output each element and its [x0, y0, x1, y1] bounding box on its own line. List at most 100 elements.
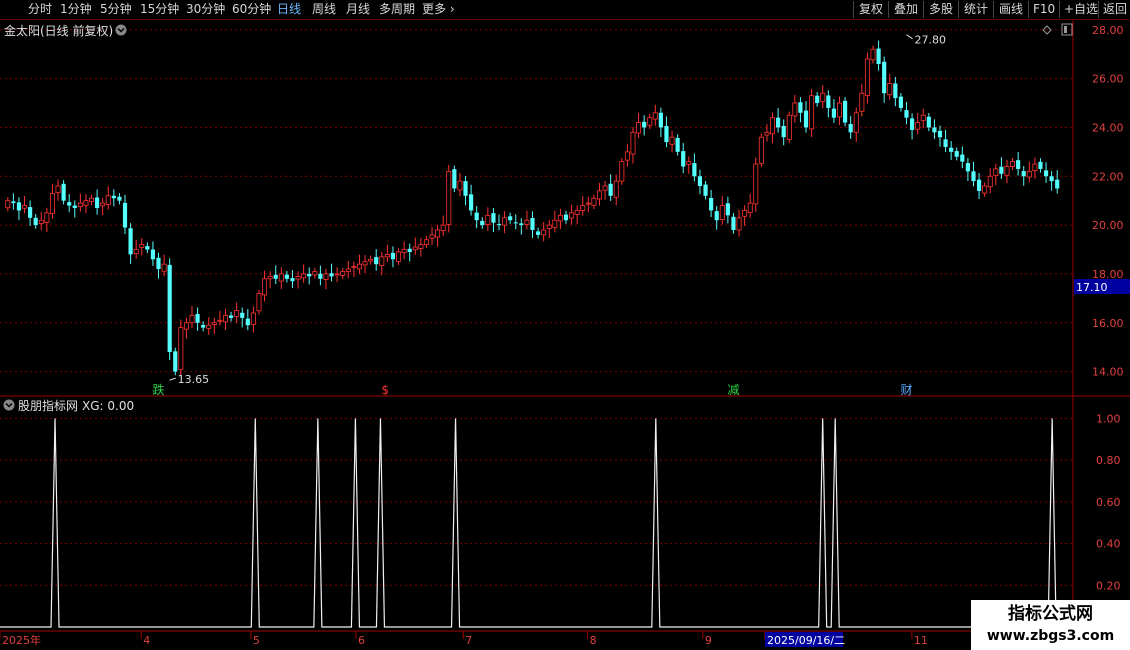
candle-body-149 — [837, 102, 843, 118]
candle-body-32 — [183, 322, 189, 330]
svg-text:17.10: 17.10 — [1076, 281, 1108, 294]
candle-body-60 — [340, 271, 346, 276]
ind-ytick-label-0: 0.20 — [1096, 579, 1121, 592]
candle-body-44 — [250, 312, 256, 325]
period-tab-6[interactable]: 日线 — [277, 1, 301, 18]
candle-body-145 — [815, 95, 820, 104]
main-ytick-label-5: 24.00 — [1092, 121, 1124, 134]
candle-body-175 — [982, 185, 988, 194]
candle-body-113 — [636, 122, 642, 134]
candle-body-146 — [820, 92, 826, 102]
indicator-dropdown-icon[interactable] — [3, 399, 15, 411]
candle-body-161 — [904, 110, 909, 118]
candle-body-150 — [843, 100, 848, 123]
period-tab-10[interactable]: 更多 › — [422, 1, 455, 18]
candle-body-135 — [758, 136, 764, 164]
candle-body-154 — [864, 58, 870, 96]
toolbar-button-0[interactable]: 复权 — [853, 1, 888, 18]
candle-body-42 — [240, 312, 245, 318]
xtick-label-0: 2025年 — [2, 633, 41, 647]
candle-body-17 — [100, 202, 106, 207]
period-toolbar: 分时 1分钟 5分钟 15分钟 30分钟 60分钟 日线 周线 月线 多周期 更多 › 复权 叠加 多股统… — [0, 0, 1130, 20]
candle-body-176 — [987, 175, 993, 188]
xtick-label-6: 9 — [705, 634, 712, 647]
candle-body-80 — [452, 169, 457, 189]
signal-marker-3: 财 — [900, 383, 912, 397]
candle-body-38 — [217, 319, 223, 322]
candle-body-81 — [457, 180, 463, 191]
candle-body-188 — [1055, 179, 1060, 189]
candle-body-177 — [993, 168, 999, 176]
candle-body-87 — [491, 213, 496, 223]
toolbar-button-5[interactable]: F10 — [1028, 1, 1059, 18]
main-ytick-label-7: 28.00 — [1092, 24, 1124, 37]
candle-body-88 — [496, 224, 502, 226]
candle-body-167 — [937, 130, 943, 138]
indicator-title: 股朋指标网 — [18, 398, 78, 413]
candle-body-120 — [675, 137, 680, 152]
price-tag: 17.10 — [1074, 279, 1130, 294]
candle-body-131 — [736, 217, 742, 231]
watermark-title: 指标公式网 — [1008, 604, 1093, 624]
candle-body-157 — [882, 61, 887, 94]
candle-body-184 — [1032, 163, 1038, 172]
candle-body-13 — [77, 202, 83, 207]
candle-body-170 — [954, 151, 959, 157]
xtick-label-8: 11 — [914, 634, 928, 647]
candle-body-83 — [469, 194, 474, 211]
candle-body-156 — [876, 48, 881, 64]
candle-body-10 — [61, 183, 66, 201]
candle-body-74 — [418, 244, 424, 249]
toolbar-button-2[interactable]: 多股 — [923, 1, 958, 18]
candle-body-34 — [195, 313, 200, 323]
candle-body-91 — [513, 222, 518, 224]
period-tab-5[interactable]: 60分钟 — [232, 1, 271, 18]
toolbar-button-7[interactable]: 返回 — [1098, 1, 1130, 18]
candle-body-138 — [776, 117, 781, 128]
xtick-label-2: 5 — [253, 634, 260, 647]
candle-body-28 — [161, 263, 167, 272]
candle-body-108 — [608, 183, 613, 196]
period-tab-4[interactable]: 30分钟 — [186, 1, 225, 18]
signal-marker-0: 跌 — [153, 382, 165, 397]
candle-body-142 — [798, 102, 803, 113]
candle-body-183 — [1026, 170, 1032, 178]
candle-body-22 — [128, 228, 133, 255]
candle-body-143 — [803, 110, 809, 128]
candle-body-72 — [407, 248, 412, 252]
candle-body-78 — [440, 224, 446, 232]
candle-body-25 — [145, 246, 150, 250]
candle-body-155 — [870, 48, 876, 61]
period-tab-1[interactable]: 1分钟 — [60, 1, 92, 18]
candle-body-100 — [563, 214, 569, 221]
period-tab-8[interactable]: 月线 — [346, 1, 370, 18]
toolbar-button-3[interactable]: 统计 — [958, 1, 993, 18]
candle-body-102 — [574, 210, 580, 215]
candle-body-178 — [999, 166, 1004, 174]
period-tab-2[interactable]: 5分钟 — [100, 1, 132, 18]
candle-body-8 — [49, 192, 55, 215]
toolbar-button-6[interactable]: +自选 — [1059, 1, 1098, 18]
candle-body-75 — [423, 239, 429, 246]
candle-body-162 — [909, 118, 915, 130]
candle-body-165 — [926, 116, 931, 128]
candle-body-129 — [725, 203, 730, 216]
toolbar-button-4[interactable]: 画线 — [993, 1, 1028, 18]
candle-body-159 — [893, 83, 898, 99]
period-tab-3[interactable]: 15分钟 — [140, 1, 179, 18]
main-ytick-label-4: 22.00 — [1092, 170, 1124, 183]
candle-body-106 — [596, 190, 602, 200]
candle-body-5 — [33, 217, 38, 226]
period-tab-9[interactable]: 多周期 — [379, 1, 415, 18]
candle-body-185 — [1038, 161, 1043, 169]
title-dropdown-icon[interactable] — [115, 24, 127, 36]
period-tab-0[interactable]: 分时 — [28, 1, 52, 18]
candle-body-180 — [1010, 161, 1016, 167]
period-tab-7[interactable]: 周线 — [312, 1, 336, 18]
candle-body-56 — [318, 273, 323, 279]
candle-body-137 — [770, 117, 776, 135]
toolbar-button-1[interactable]: 叠加 — [888, 1, 923, 18]
candle-body-166 — [932, 127, 937, 133]
candle-body-103 — [580, 205, 586, 211]
candle-body-124 — [697, 176, 703, 187]
